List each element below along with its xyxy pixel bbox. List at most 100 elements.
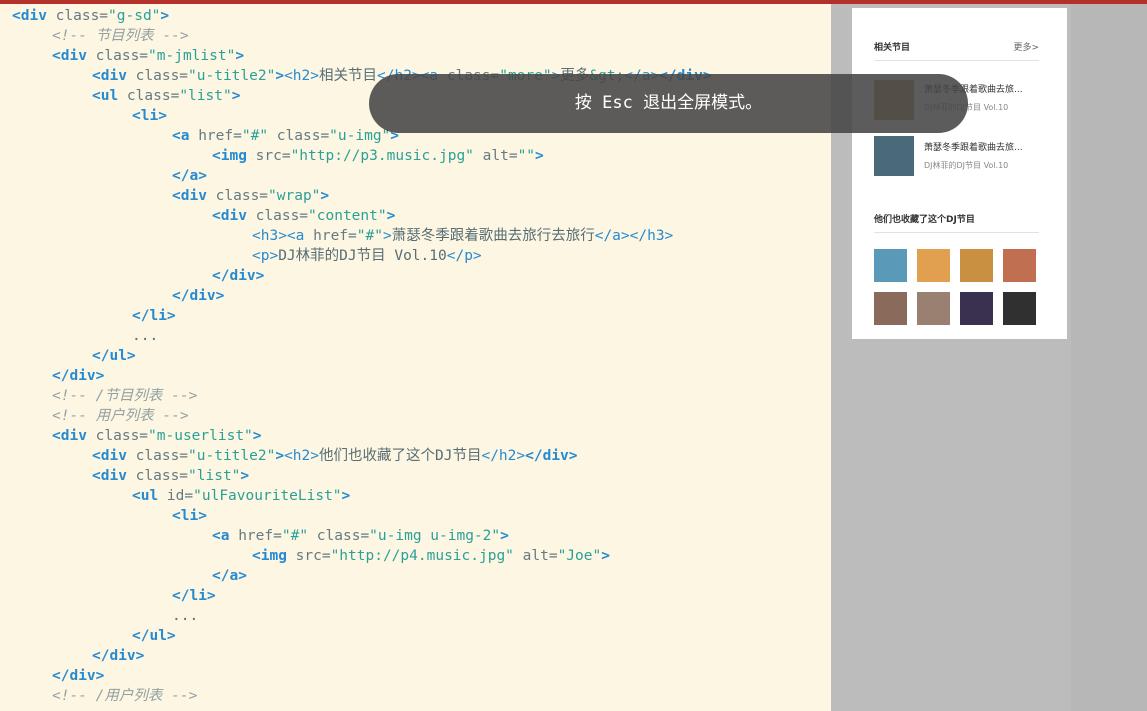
code-token: DJ林菲的DJ节目 Vol.10 [278, 248, 447, 264]
user-avatar[interactable] [960, 249, 993, 282]
code-token: "Joe" [557, 548, 602, 564]
code-token: </div> [92, 648, 145, 664]
code-token: "#" [281, 528, 309, 544]
code-token: <ul [132, 488, 159, 504]
code-token: </div> [52, 368, 105, 384]
code-line: <div class="m-userlist"> [52, 426, 262, 446]
code-token: </a> [212, 568, 247, 584]
users-title: 他们也收藏了这个DJ节目 [874, 215, 975, 225]
code-line: </li> [172, 586, 216, 606]
code-token: "http://p4.music.jpg" [330, 548, 514, 564]
code-line: <li> [132, 106, 167, 126]
code-token: </h2> [481, 448, 526, 464]
code-token: href= [304, 228, 357, 244]
code-line: <ul class="list"> [92, 86, 240, 106]
code-token: <div [92, 448, 127, 464]
user-avatar[interactable] [917, 292, 950, 325]
code-token: <div [12, 8, 47, 24]
code-token: </ul> [132, 628, 176, 644]
preview-panel: 相关节目 更多> 萧瑟冬季跟着歌曲去旅... DJ林菲的DJ节目 Vol.10 … [852, 8, 1067, 339]
code-token: src= [286, 548, 331, 564]
code-token: alt= [513, 548, 558, 564]
code-token: "list" [188, 468, 241, 484]
code-token: "m-jmlist" [148, 48, 236, 64]
code-token: src= [246, 148, 291, 164]
user-avatar[interactable] [874, 249, 907, 282]
code-line: </div> [52, 366, 104, 386]
code-line: <a href="#" class="u-img"> [172, 126, 399, 146]
code-token: <ul [92, 88, 119, 104]
code-token: href= [229, 528, 282, 544]
scrollbar-track[interactable] [1071, 4, 1147, 711]
code-token: > [252, 428, 262, 444]
more-link[interactable]: 更多> [1013, 40, 1039, 53]
user-avatar[interactable] [1003, 249, 1036, 282]
code-token: class= [268, 128, 330, 144]
code-token: "content" [308, 208, 387, 224]
code-token: <a [286, 228, 305, 244]
code-line: <!-- /节目列表 --> [52, 386, 197, 406]
user-avatar[interactable] [1003, 292, 1036, 325]
code-token: 相关节目 [319, 68, 377, 84]
code-token: alt= [473, 148, 518, 164]
code-token: <h3> [252, 228, 287, 244]
code-token: <li> [132, 108, 167, 124]
code-line: <h3><a href="#">萧瑟冬季跟着歌曲去旅行去旅行</a></h3> [252, 226, 673, 246]
code-token: > [275, 68, 285, 84]
code-line: <div class="list"> [92, 466, 249, 486]
user-avatar[interactable] [874, 292, 907, 325]
code-line: <a href="#" class="u-img u-img-2"> [212, 526, 509, 546]
code-token: 萧瑟冬季跟着歌曲去旅行去旅行 [391, 228, 595, 244]
related-title: 相关节目 [874, 43, 911, 53]
code-token: > [535, 148, 544, 164]
code-token: > [320, 188, 330, 204]
code-token: "list" [179, 88, 232, 104]
code-token: <!-- 节目列表 --> [52, 28, 189, 44]
code-line: <img src="http://p3.music.jpg" alt=""> [212, 146, 544, 166]
code-token: <h2> [284, 68, 319, 84]
code-token: class= [126, 468, 189, 484]
user-avatar[interactable] [960, 292, 993, 325]
code-token: > [275, 448, 285, 464]
code-token: > [500, 528, 509, 544]
code-token: <div [92, 468, 127, 484]
code-token: </a> [594, 228, 630, 244]
code-token: href= [189, 128, 242, 144]
code-line: <!-- 节目列表 --> [52, 26, 189, 46]
code-line: <div class="u-title2"><h2>他们也收藏了这个DJ节目</… [92, 446, 578, 466]
code-line: <div class="wrap"> [172, 186, 329, 206]
code-token: ... [172, 608, 199, 624]
code-token: class= [206, 188, 269, 204]
code-token: "u-img" [329, 128, 391, 144]
code-token: > [240, 468, 250, 484]
program-thumbnail[interactable] [874, 136, 914, 176]
code-line: </a> [212, 566, 247, 586]
code-token: 他们也收藏了这个DJ节目 [319, 448, 482, 464]
program-title[interactable]: 萧瑟冬季跟着歌曲去旅... [924, 140, 1023, 153]
code-token: <li> [172, 508, 207, 524]
code-token: <a [212, 528, 230, 544]
code-line: <div class="content"> [212, 206, 395, 226]
code-token: <!-- /节目列表 --> [52, 388, 198, 404]
code-token: </p> [446, 248, 482, 264]
code-token: <p> [252, 248, 279, 264]
fullscreen-exit-toast: 按 Esc 退出全屏模式。 [369, 74, 968, 133]
code-token: "g-sd" [108, 8, 161, 24]
code-line: </ul> [132, 626, 176, 646]
code-line: </a> [172, 166, 207, 186]
code-line: <ul id="ulFavouriteList"> [132, 486, 350, 506]
divider [874, 232, 1039, 233]
code-token: class= [46, 8, 109, 24]
code-token: <a [172, 128, 190, 144]
code-token: </div> [525, 448, 578, 464]
code-line: </div> [172, 286, 224, 306]
code-line: <li> [172, 506, 207, 526]
code-token: > [235, 48, 245, 64]
code-token: class= [86, 428, 149, 444]
code-token: > [601, 548, 610, 564]
code-line: <!-- /用户列表 --> [52, 686, 197, 706]
code-line: ... [132, 326, 158, 346]
program-subtitle: DJ林菲的DJ节目 Vol.10 [924, 161, 1009, 170]
code-token: </li> [172, 588, 216, 604]
user-avatar[interactable] [917, 249, 950, 282]
